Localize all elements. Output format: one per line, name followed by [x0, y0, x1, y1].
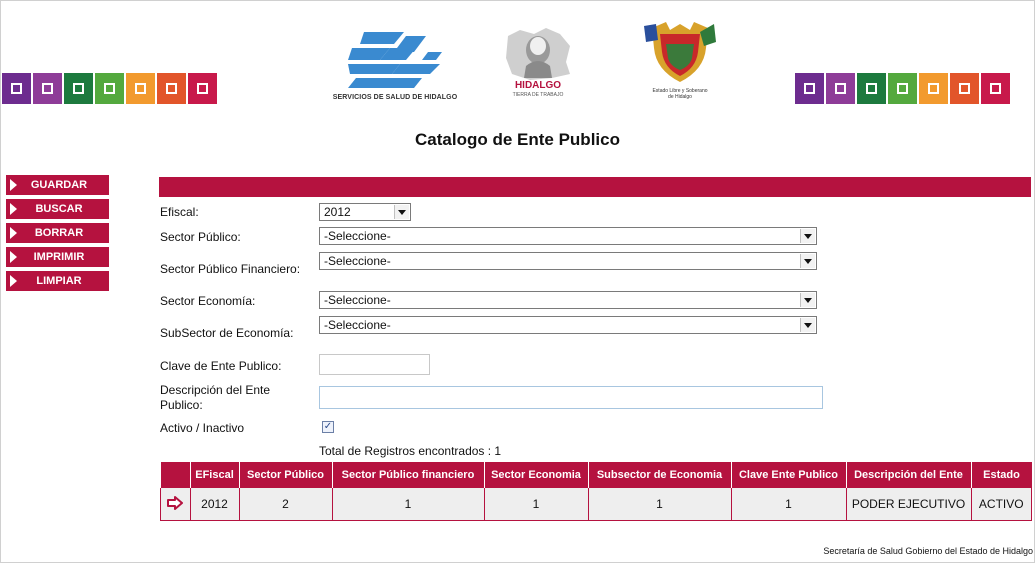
square-decoration	[126, 73, 155, 104]
play-arrow-icon	[10, 203, 17, 215]
subsector-economia-select[interactable]: -Seleccione-	[319, 316, 817, 334]
page-title: Catalogo de Ente Publico	[415, 130, 620, 149]
square-decoration	[826, 73, 855, 104]
arrow-right-icon[interactable]	[167, 495, 184, 510]
header-clave-ente[interactable]: Clave Ente Publico	[731, 462, 847, 488]
square-decoration	[919, 73, 948, 104]
ssh-logo: SERVICIOS DE SALUD DE HIDALGO	[330, 26, 460, 106]
action-menu: GUARDAR BUSCAR BORRAR IMPRIMIR LIMPIAR	[6, 175, 109, 295]
activo-inactivo-label: Activo / Inactivo	[160, 421, 245, 435]
header-descripcion-ente[interactable]: Descripción del Ente	[846, 462, 972, 488]
sector-publico-financiero-label: Sector Público Financiero:	[160, 262, 301, 276]
sector-economia-value: -Seleccione-	[324, 293, 391, 307]
sector-publico-select[interactable]: -Seleccione-	[319, 227, 817, 245]
clave-ente-input[interactable]	[319, 354, 430, 375]
play-arrow-icon	[10, 179, 17, 191]
efiscal-value: 2012	[324, 205, 351, 219]
color-squares-left	[2, 73, 217, 104]
square-decoration	[33, 73, 62, 104]
chevron-down-icon[interactable]	[800, 254, 815, 268]
square-decoration	[64, 73, 93, 104]
imprimir-button[interactable]: IMPRIMIR	[6, 247, 109, 267]
cell-subsector-economia: 1	[588, 488, 732, 521]
square-decoration	[95, 73, 124, 104]
ssh-caption: SERVICIOS DE SALUD DE HIDALGO	[332, 94, 458, 101]
color-squares-right	[795, 73, 1010, 104]
square-decoration	[857, 73, 886, 104]
cell-descripcion-ente: PODER EJECUTIVO	[846, 488, 972, 521]
descripcion-label-line-1: Descripción del Ente	[160, 383, 271, 397]
coat-of-arms-logo: Estado Libre y Soberano de Hidalgo	[640, 22, 720, 106]
efiscal-label: Efiscal:	[160, 205, 199, 219]
row-select-cell[interactable]	[160, 488, 191, 521]
descripcion-label-line-2: Publico:	[160, 398, 203, 412]
sector-economia-select[interactable]: -Seleccione-	[319, 291, 817, 309]
square-decoration	[795, 73, 824, 104]
hidalgo-caption: HIDALGO	[514, 80, 562, 91]
play-arrow-icon	[10, 251, 17, 263]
cell-sector-economia: 1	[484, 488, 589, 521]
hidalgo-tagline: TIERRA DE TRABAJO	[512, 92, 564, 98]
cell-efiscal: 2012	[190, 488, 240, 521]
sector-publico-label: Sector Público:	[160, 230, 241, 244]
activo-checkbox[interactable]: ✓	[322, 421, 334, 433]
shield-caption-line-2: de Hidalgo	[668, 94, 692, 100]
header-sector-publico[interactable]: Sector Público	[239, 462, 333, 488]
square-decoration	[157, 73, 186, 104]
cell-sector-publico-financiero: 1	[332, 488, 485, 521]
square-decoration	[981, 73, 1010, 104]
cell-estado: ACTIVO	[971, 488, 1032, 521]
header-sector-publico-financiero[interactable]: Sector Público financiero	[332, 462, 485, 488]
footer-text: Secretaría de Salud Gobierno del Estado …	[823, 546, 1033, 556]
header-select-col	[160, 462, 191, 488]
borrar-label: BORRAR	[34, 227, 84, 239]
square-decoration	[2, 73, 31, 104]
guardar-button[interactable]: GUARDAR	[6, 175, 109, 195]
limpiar-button[interactable]: LIMPIAR	[6, 271, 109, 291]
header-sector-economia[interactable]: Sector Economia	[484, 462, 589, 488]
chevron-down-icon[interactable]	[800, 293, 815, 307]
cell-clave-ente: 1	[731, 488, 847, 521]
efiscal-select[interactable]: 2012	[319, 203, 411, 221]
results-table: EFiscal Sector Público Sector Público fi…	[160, 462, 1032, 521]
clave-ente-label: Clave de Ente Publico:	[160, 359, 282, 373]
descripcion-ente-label: Descripción del Ente Publico:	[160, 383, 270, 413]
table-header-row: EFiscal Sector Público Sector Público fi…	[160, 462, 1032, 488]
sector-publico-financiero-value: -Seleccione-	[324, 254, 391, 268]
play-arrow-icon	[10, 227, 17, 239]
total-records-text: Total de Registros encontrados : 1	[319, 444, 502, 458]
descripcion-ente-input[interactable]	[319, 386, 823, 409]
sector-publico-financiero-select[interactable]: -Seleccione-	[319, 252, 817, 270]
imprimir-label: IMPRIMIR	[33, 251, 85, 263]
square-decoration	[888, 73, 917, 104]
borrar-button[interactable]: BORRAR	[6, 223, 109, 243]
chevron-down-icon[interactable]	[394, 205, 409, 219]
buscar-button[interactable]: BUSCAR	[6, 199, 109, 219]
header-subsector-economia[interactable]: Subsector de Economia	[588, 462, 732, 488]
coat-of-arms-caption: Estado Libre y Soberano de Hidalgo	[640, 88, 720, 100]
subsector-economia-label: SubSector de Economía:	[160, 326, 294, 340]
limpiar-label: LIMPIAR	[36, 275, 82, 287]
square-decoration	[950, 73, 979, 104]
sector-economia-label: Sector Economía:	[160, 294, 256, 308]
guardar-label: GUARDAR	[30, 179, 88, 191]
header-efiscal[interactable]: EFiscal	[190, 462, 240, 488]
hidalgo-logo: HIDALGO TIERRA DE TRABAJO	[500, 26, 576, 104]
header-estado[interactable]: Estado	[971, 462, 1032, 488]
subsector-economia-value: -Seleccione-	[324, 318, 391, 332]
sector-publico-value: -Seleccione-	[324, 229, 391, 243]
table-row: 2012 2 1 1 1 1 PODER EJECUTIVO ACTIVO	[160, 488, 1032, 521]
play-arrow-icon	[10, 275, 17, 287]
check-icon: ✓	[323, 421, 333, 432]
cell-sector-publico: 2	[239, 488, 333, 521]
buscar-label: BUSCAR	[35, 203, 83, 215]
form-header-bar	[159, 177, 1031, 197]
chevron-down-icon[interactable]	[800, 229, 815, 243]
square-decoration	[188, 73, 217, 104]
chevron-down-icon[interactable]	[800, 318, 815, 332]
